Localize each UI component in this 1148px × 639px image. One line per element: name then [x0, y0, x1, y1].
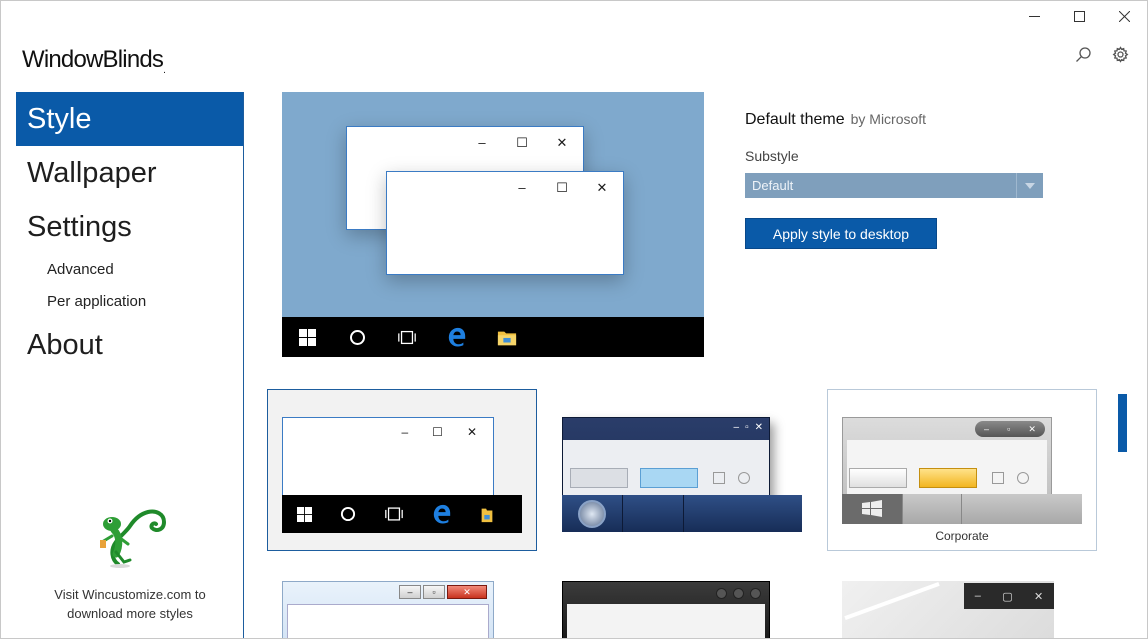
settings-button[interactable]: [1112, 46, 1129, 68]
file-explorer-icon: [497, 327, 517, 347]
maximize-button[interactable]: [1057, 1, 1102, 31]
close-button[interactable]: [1102, 1, 1147, 31]
thumb-window: – ▢ ✕: [842, 581, 1054, 638]
thumb-window: [562, 581, 770, 638]
substyle-value: Default: [752, 178, 794, 193]
window-controls: [1012, 1, 1147, 31]
preview-taskbar: [282, 317, 704, 357]
style-thumbnail[interactable]: – ☐ ✕: [267, 389, 537, 551]
search-button[interactable]: [1075, 46, 1092, 68]
thumb-taskbar: [842, 494, 1082, 524]
nav-style[interactable]: Style: [16, 92, 243, 146]
substyle-label: Substyle: [745, 148, 799, 164]
thumb-window: – ☐ ✕: [282, 417, 494, 497]
promo-line-2[interactable]: download more styles: [16, 604, 244, 623]
preview-window-front: – ☐ ✕: [386, 171, 624, 275]
style-thumbnail[interactable]: – ▢ ✕: [842, 573, 1054, 638]
gear-icon: [1112, 46, 1129, 63]
maximize-icon: [1074, 10, 1085, 22]
chevron-down-icon: [1016, 173, 1043, 198]
close-icon: [1119, 10, 1130, 22]
minimize-icon: [1029, 15, 1040, 17]
nav-per-application[interactable]: Per application: [16, 286, 243, 318]
task-view-icon: [397, 327, 417, 347]
sidebar: Style Wallpaper Settings Advanced Per ap…: [16, 92, 244, 638]
windows-logo-icon: [862, 500, 882, 517]
style-thumbnail[interactable]: [562, 581, 770, 638]
top-toolbar: [1075, 46, 1129, 68]
substyle-dropdown[interactable]: Default: [745, 173, 1043, 198]
app-logo: WindowBlinds.: [22, 46, 166, 76]
style-thumbnail[interactable]: – ▫ ✕: [282, 581, 494, 638]
nav-about[interactable]: About: [16, 318, 243, 372]
search-icon: [1076, 47, 1091, 62]
thumb-window: – ▫ ✕: [282, 581, 494, 638]
app-title: WindowBlinds: [22, 46, 164, 73]
app-logo-mark: .: [163, 64, 166, 76]
promo: Visit Wincustomize.com to download more …: [16, 502, 244, 623]
gecko-mascot-icon[interactable]: [90, 502, 170, 572]
nav-settings[interactable]: Settings: [16, 200, 243, 254]
nav-advanced[interactable]: Advanced: [16, 254, 243, 286]
minimize-button[interactable]: [1012, 1, 1057, 31]
nav-wallpaper[interactable]: Wallpaper: [16, 146, 243, 200]
windows-logo-icon: [297, 327, 317, 347]
style-thumbnail[interactable]: – ▫ ✕ Corporate: [827, 389, 1097, 551]
promo-line-1[interactable]: Visit Wincustomize.com to: [16, 585, 244, 604]
style-preview: – ☐ ✕ – ☐ ✕: [282, 92, 704, 357]
apply-style-button[interactable]: Apply style to desktop: [745, 218, 937, 249]
scrollbar-thumb[interactable]: [1118, 394, 1127, 452]
style-thumbnail[interactable]: – ▫ ✕: [562, 389, 802, 532]
theme-author: by Microsoft: [850, 111, 927, 127]
theme-name: Default theme: [745, 111, 845, 128]
start-orb-icon: [578, 499, 606, 528]
edge-browser-icon: [447, 327, 467, 347]
thumbnail-caption: Corporate: [935, 529, 989, 543]
app-window: WindowBlinds. Style Wallpaper Settings A…: [0, 0, 1148, 639]
theme-header: Default theme by Microsoft: [745, 111, 926, 129]
cortana-icon: [347, 327, 367, 347]
thumb-taskbar: [562, 495, 802, 532]
thumb-taskbar: [282, 495, 522, 533]
